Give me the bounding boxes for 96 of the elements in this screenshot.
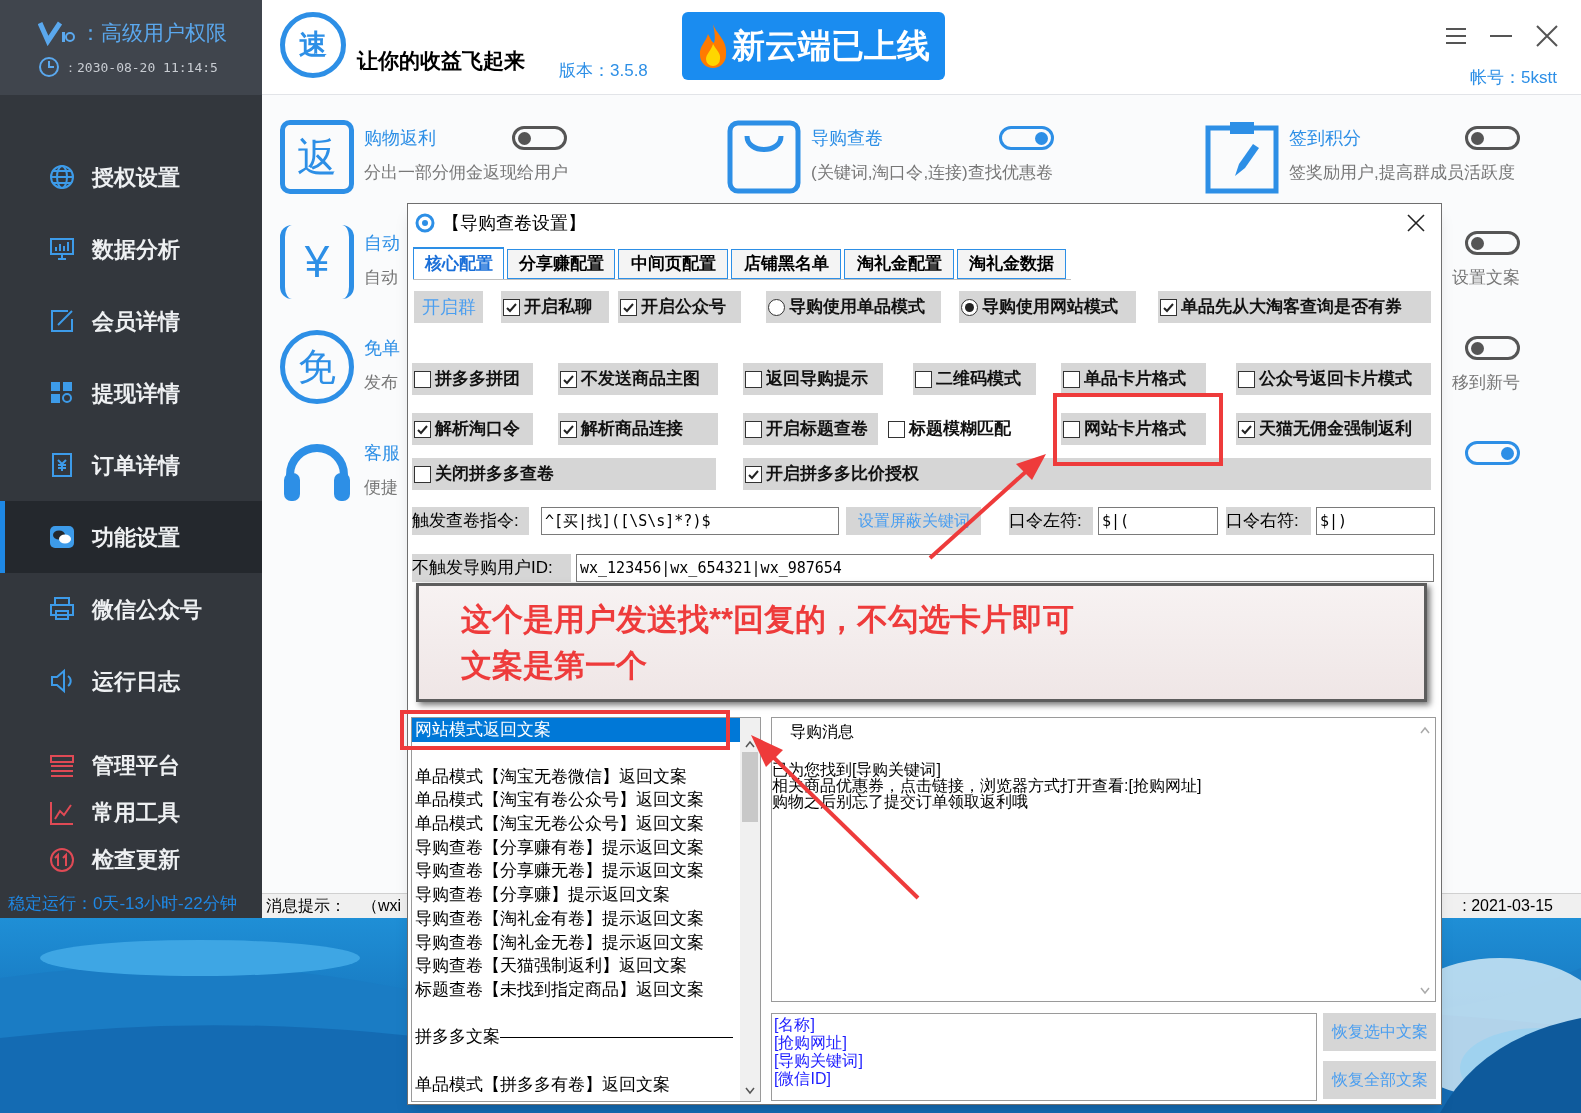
clipboard-icon [1205, 120, 1279, 194]
edit-icon [48, 307, 76, 335]
field-label: 口令左符: [1009, 507, 1093, 535]
variable-tag[interactable]: [名称] [772, 1016, 815, 1034]
checkbox-option[interactable]: 标题模糊匹配 [886, 416, 1011, 442]
status-message: （wxi [362, 896, 402, 916]
toggle-switch[interactable] [1465, 441, 1520, 465]
sidebar-item[interactable]: 提现详情 [0, 357, 262, 429]
list-item[interactable]: 单品模式【淘宝无卷公众号】返回文案 [412, 812, 740, 836]
menu-icon[interactable] [1445, 26, 1467, 46]
sidebar-item[interactable]: 微信公众号 [0, 573, 262, 645]
message-title: 导购消息 [790, 722, 854, 742]
free-icon: 免 [280, 330, 354, 404]
toggle-switch[interactable] [512, 126, 567, 150]
sidebar-item[interactable]: 授权设置 [0, 141, 262, 213]
list-item[interactable]: 单品模式【淘宝有卷公众号】返回文案 [412, 788, 740, 813]
app-logo: 速 [280, 12, 346, 78]
globe-icon [48, 163, 76, 191]
list-item[interactable]: 导购查卷【天猫强制返利】返回文案 [412, 954, 740, 978]
app-icon [414, 212, 436, 234]
login-time: ：2030-08-20 11:14:5 [64, 58, 218, 77]
feature-description: 自动 [364, 267, 398, 289]
feature-title: 自动 [364, 232, 400, 253]
feature-title: 客服 [364, 442, 400, 463]
field-label: 口令右符: [1226, 507, 1311, 535]
upload-icon [48, 845, 76, 874]
status-label: 消息提示： [266, 896, 346, 916]
tab[interactable]: 淘礼金配置 [844, 249, 954, 279]
vip-logo-icon [38, 19, 78, 46]
variable-tag[interactable]: [抢购网址] [772, 1034, 847, 1052]
feature-title: 免单 [364, 337, 400, 358]
list-item[interactable]: 标题查卷【未找到指定商品】返回文案 [412, 977, 740, 1002]
tab[interactable]: 分享赚配置 [507, 249, 615, 279]
feature-description: 设置文案 [1452, 267, 1520, 289]
close-icon[interactable] [1535, 24, 1559, 48]
toggle-switch[interactable] [1465, 336, 1520, 360]
sidebar-item[interactable]: 管理平台 [0, 742, 262, 789]
feature-title: 签到积分 [1289, 127, 1361, 148]
tab[interactable]: 店铺黑名单 [731, 249, 841, 279]
annotation-text: 这个是用户发送找**回复的，不勾选卡片即可 [461, 600, 1075, 639]
rebate-icon: 返 [280, 120, 354, 194]
input-field[interactable]: $|( [1098, 507, 1218, 535]
input-field[interactable]: $|) [1316, 507, 1435, 535]
sidebar-item[interactable]: 会员详情 [0, 285, 262, 357]
feature-title: 导购查卷 [811, 127, 883, 148]
feature-title: 购物返利 [364, 127, 436, 148]
sidebar-item[interactable]: 功能设置 [0, 501, 262, 573]
chat-icon [48, 523, 76, 551]
input-field[interactable]: wx_123456|wx_654321|wx_987654 [576, 554, 1434, 582]
uptime-text: 稳定运行：0天-13小时-22分钟 [8, 892, 237, 915]
monitor-chart-icon [48, 235, 76, 263]
feature-description: 便捷 [364, 477, 398, 499]
clock-icon [38, 56, 60, 79]
user-level: ：高级用户权限 [80, 19, 227, 46]
input-field[interactable]: ^[买|找]([\S\s]*?)$ [541, 507, 839, 535]
account-label: 帐号：5kstt [1470, 67, 1557, 89]
feature-description: 发布 [364, 372, 398, 394]
scroll-down-icon[interactable] [745, 1087, 755, 1095]
list-item[interactable]: 导购查卷【分享赚无卷】提示返回文案 [412, 859, 740, 884]
variable-tag[interactable]: [导购关键词] [772, 1052, 863, 1070]
list-item[interactable]: 单品模式【拼多多有卷】返回文案 [412, 1072, 740, 1097]
slogan: 让你的收益飞起来 [357, 48, 525, 74]
printer-icon [48, 595, 76, 623]
toggle-switch[interactable] [1465, 231, 1520, 255]
sidebar-item[interactable]: 订单详情 [0, 429, 262, 501]
tab[interactable]: 中间页配置 [618, 249, 728, 279]
version-label: 版本：3.5.8 [559, 60, 648, 82]
list-item[interactable]: 导购查卷【淘礼金无卷】提示返回文案 [412, 930, 740, 955]
tab[interactable]: 核心配置 [413, 247, 504, 279]
sidebar-item[interactable]: 数据分析 [0, 213, 262, 285]
list-item[interactable]: 导购查卷【淘礼金有卷】提示返回文案 [412, 906, 740, 931]
feature-description: (关键词,淘口令,连接)查找优惠卷 [811, 162, 1053, 184]
field-label: 触发查卷指令: [412, 507, 529, 535]
annotation-text: 文案是第一个 [461, 646, 647, 685]
field-label: 不触发导购用户ID: [412, 554, 571, 582]
list-item[interactable]: 导购查卷【分享赚】提示返回文案 [412, 883, 740, 907]
sidebar-item[interactable]: 运行日志 [0, 645, 262, 717]
variable-tag[interactable]: [微信ID] [772, 1070, 831, 1088]
minimize-icon[interactable] [1489, 34, 1513, 38]
tab[interactable]: 淘礼金数据 [957, 249, 1066, 279]
bag-icon [727, 120, 801, 194]
toggle-switch[interactable] [999, 126, 1054, 150]
scroll-thumb[interactable] [742, 752, 758, 822]
sidebar-item[interactable]: 常用工具 [0, 789, 262, 836]
feature-description: 签奖励用户,提高群成员活跃度 [1289, 162, 1515, 184]
status-date: : 2021-03-15 [1462, 896, 1553, 916]
list-item[interactable]: 单品模式【淘宝无卷微信】返回文案 [412, 764, 740, 789]
list-item[interactable]: 导购查卷【分享赚有卷】提示返回文案 [412, 835, 740, 860]
feature-description: 分出一部分佣金返现给用户 [364, 162, 568, 184]
dialog-title: 【导购查卷设置】 [442, 211, 586, 235]
list-item[interactable]: 网站模式返回文案 [412, 718, 740, 742]
sidebar-item[interactable]: 检查更新 [0, 836, 262, 883]
scroll-up-icon[interactable] [745, 740, 755, 748]
toggle-switch[interactable] [1465, 126, 1520, 150]
list-heading: 拼多多文案 [415, 1026, 500, 1049]
feature-description: 移到新号 [1452, 372, 1520, 394]
